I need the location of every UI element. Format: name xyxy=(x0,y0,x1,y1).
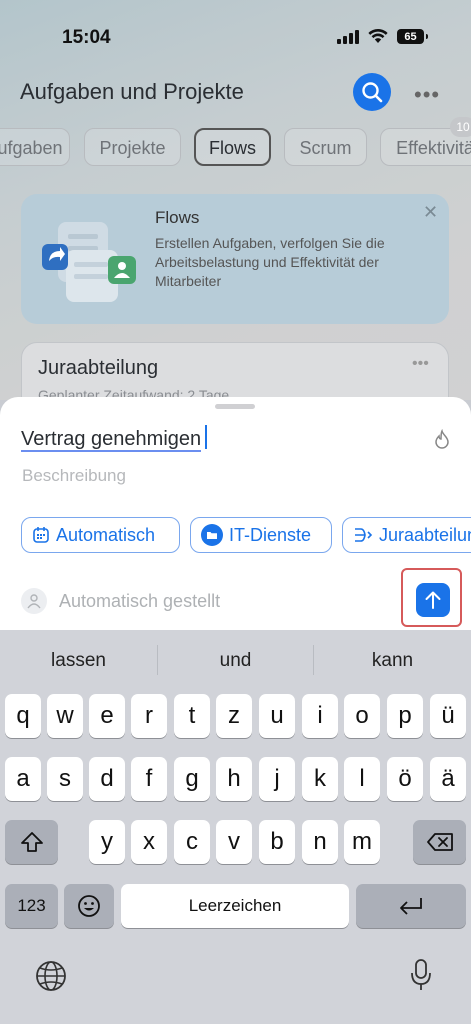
suggestion-1[interactable]: lassen xyxy=(0,650,157,672)
assignee-label: Automatisch gestellt xyxy=(59,590,221,611)
tab-projekte[interactable]: Projekte xyxy=(84,128,181,166)
flows-card-description: Erstellen Aufgaben, verfolgen Sie die Ar… xyxy=(155,235,385,289)
tab-flows[interactable]: Flows xyxy=(194,128,271,166)
arrow-up-icon xyxy=(425,591,441,609)
suggestion-3[interactable]: kann xyxy=(314,650,471,672)
text-caret xyxy=(205,425,208,449)
folder-icon xyxy=(201,524,223,546)
project-more-icon[interactable]: ••• xyxy=(412,355,429,373)
tab-scrum[interactable]: Scrum xyxy=(284,128,367,166)
more-options-button[interactable]: ••• xyxy=(414,82,440,108)
attribute-chips: Automatisch IT-Dienste Juraabteilung xyxy=(21,517,471,555)
flow-icon xyxy=(355,528,373,542)
emoji-key[interactable] xyxy=(64,884,114,928)
key-i[interactable]: i xyxy=(302,694,338,738)
deadline-chip-label: Automatisch xyxy=(56,524,156,545)
key-e[interactable]: e xyxy=(89,694,125,738)
key-u[interactable]: u xyxy=(259,694,295,738)
flow-chip-label: Juraabteilung xyxy=(379,524,471,545)
tab-bar: ufgaben Projekte Flows Scrum Effektivitä xyxy=(0,128,471,168)
task-title-input[interactable]: Vertrag genehmigen xyxy=(21,425,208,452)
group-chip-label: IT-Dienste xyxy=(229,524,312,545)
key-n[interactable]: n xyxy=(302,820,338,864)
status-bar: 15:04 65 xyxy=(0,0,471,78)
key-d[interactable]: d xyxy=(89,757,125,801)
tab-count-badge: 10 xyxy=(450,117,471,137)
person-icon xyxy=(27,594,41,609)
key-ae[interactable]: ä xyxy=(430,757,466,801)
avatar xyxy=(21,588,47,614)
key-m[interactable]: m xyxy=(344,820,380,864)
backspace-key[interactable] xyxy=(413,820,466,864)
flow-chip[interactable]: Juraabteilung xyxy=(342,517,471,553)
key-o[interactable]: o xyxy=(344,694,380,738)
key-ue[interactable]: ü xyxy=(430,694,466,738)
key-h[interactable]: h xyxy=(216,757,252,801)
assignee-selector[interactable]: Automatisch gestellt xyxy=(21,588,220,614)
backspace-icon xyxy=(426,833,453,851)
task-title-value: Vertrag genehmigen xyxy=(21,428,202,452)
key-oe[interactable]: ö xyxy=(387,757,423,801)
emoji-icon xyxy=(78,895,100,917)
project-name: Juraabteilung xyxy=(38,357,159,379)
key-g[interactable]: g xyxy=(174,757,210,801)
key-x[interactable]: x xyxy=(131,820,167,864)
key-b[interactable]: b xyxy=(259,820,295,864)
key-j[interactable]: j xyxy=(259,757,295,801)
flame-icon[interactable] xyxy=(433,429,451,449)
page-title: Aufgaben und Projekte xyxy=(20,79,244,104)
close-icon[interactable]: ✕ xyxy=(423,202,438,223)
signal-icon xyxy=(337,30,359,44)
return-icon xyxy=(400,898,422,915)
description-input[interactable]: Beschreibung xyxy=(22,466,126,486)
return-key[interactable] xyxy=(356,884,466,928)
key-p[interactable]: p xyxy=(387,694,423,738)
tab-aufgaben[interactable]: ufgaben xyxy=(0,128,70,166)
key-f[interactable]: f xyxy=(131,757,167,801)
key-l[interactable]: l xyxy=(344,757,380,801)
key-v[interactable]: v xyxy=(216,820,252,864)
key-s[interactable]: s xyxy=(47,757,83,801)
key-z[interactable]: z xyxy=(216,694,252,738)
globe-icon[interactable] xyxy=(35,960,67,992)
suggestion-2[interactable]: und xyxy=(157,650,314,672)
space-key[interactable]: Leerzeichen xyxy=(121,884,349,928)
shift-key[interactable] xyxy=(5,820,58,864)
flows-illustration-icon xyxy=(42,222,136,302)
microphone-icon[interactable] xyxy=(410,958,432,992)
sheet-grab-handle[interactable] xyxy=(215,404,255,409)
calendar-icon xyxy=(33,527,49,543)
key-t[interactable]: t xyxy=(174,694,210,738)
key-c[interactable]: c xyxy=(174,820,210,864)
group-chip[interactable]: IT-Dienste xyxy=(190,517,332,553)
key-a[interactable]: a xyxy=(5,757,41,801)
search-icon xyxy=(362,82,383,103)
battery-icon: 65 xyxy=(397,29,428,44)
shift-icon xyxy=(20,832,43,852)
key-q[interactable]: q xyxy=(5,694,41,738)
key-y[interactable]: y xyxy=(89,820,125,864)
deadline-chip[interactable]: Automatisch xyxy=(21,517,180,553)
flows-card-title: Flows xyxy=(155,208,200,227)
send-button[interactable] xyxy=(416,583,450,617)
key-k[interactable]: k xyxy=(302,757,338,801)
key-w[interactable]: w xyxy=(47,694,83,738)
status-time: 15:04 xyxy=(62,27,111,48)
search-button[interactable] xyxy=(353,73,391,111)
key-r[interactable]: r xyxy=(131,694,167,738)
wifi-icon xyxy=(368,28,388,43)
numbers-key[interactable]: 123 xyxy=(5,884,58,928)
